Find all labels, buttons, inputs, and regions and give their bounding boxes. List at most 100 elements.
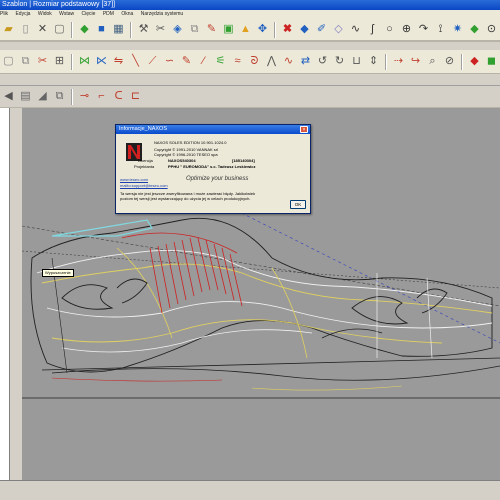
ok-button[interactable]: OK: [290, 200, 306, 209]
pencil-icon[interactable]: ✎: [204, 22, 219, 37]
layers-icon[interactable]: ◆: [77, 22, 92, 37]
fill-icon[interactable]: ▲: [238, 22, 253, 37]
pen-icon[interactable]: ✎: [179, 54, 194, 69]
grid-icon[interactable]: ▦: [111, 22, 126, 37]
slice-icon[interactable]: ⊘: [442, 54, 457, 69]
join-icon[interactable]: ⋉: [94, 54, 109, 69]
cube-icon[interactable]: ■: [94, 22, 109, 37]
gear-icon[interactable]: ✷: [450, 22, 465, 37]
lock-icon[interactable]: ◼: [484, 54, 499, 69]
node-link-icon[interactable]: ⊸: [77, 89, 92, 104]
disclaimer-line-2: poziom tej wersji jest wystarczający do …: [120, 196, 251, 201]
wave-icon[interactable]: ≈: [230, 54, 245, 69]
menu-item-view[interactable]: Widok: [38, 11, 52, 17]
document-icon[interactable]: ▯: [18, 22, 33, 37]
menu-item-edit[interactable]: Edycja: [15, 11, 30, 17]
ruler-band: [0, 74, 500, 86]
toolbar-separator: [130, 21, 132, 38]
trim-icon[interactable]: ✂: [35, 54, 50, 69]
crosshair-icon[interactable]: ⊕: [399, 22, 414, 37]
eraser-icon[interactable]: ◇: [331, 22, 346, 37]
toolbar-separator: [71, 53, 73, 70]
dialog-titlebar: Informacje_NAXOS ×: [116, 125, 310, 134]
circle-icon[interactable]: ○: [382, 22, 397, 37]
shape-icon[interactable]: ◈: [170, 22, 185, 37]
menu-item-windows[interactable]: Okna: [121, 11, 133, 17]
menu-item-pdm[interactable]: PDM: [103, 11, 114, 17]
bucket-icon[interactable]: ⊔: [349, 54, 364, 69]
arrow-left-icon[interactable]: ◀: [1, 89, 16, 104]
shade-icon[interactable]: ◢: [35, 89, 50, 104]
pencil-blue-icon[interactable]: ✐: [314, 22, 329, 37]
website-link[interactable]: www.teseo.com: [120, 177, 148, 182]
split-icon[interactable]: ⋈: [77, 54, 92, 69]
dialog-title: Informacje_NAXOS: [119, 126, 167, 132]
tool-icon[interactable]: ⚟: [213, 54, 228, 69]
toolbar-separator: [71, 21, 73, 38]
zoom-icon[interactable]: ⌕: [425, 54, 440, 69]
bracket-icon[interactable]: ⊏: [128, 89, 143, 104]
menu-item-insert[interactable]: Wstaw: [59, 11, 74, 17]
hook2-icon[interactable]: ↪: [408, 54, 423, 69]
menu-item-cut[interactable]: Cięcie: [82, 11, 96, 17]
left-gutter: [10, 108, 22, 480]
hook-icon[interactable]: ↷: [416, 22, 431, 37]
main-toolbar: ▰ ▯ ✕ ▢ ◆ ■ ▦ ⚒ ✂ ◈ ⧉ ✎ ▣ ▲ ✥ ✖ ◆ ✐ ◇ ∿ …: [0, 19, 500, 41]
delete-red-icon[interactable]: ✖: [280, 22, 295, 37]
mirror-icon[interactable]: ⇋: [111, 54, 126, 69]
line-icon[interactable]: ╲: [128, 54, 143, 69]
brush-icon[interactable]: ⁄: [196, 54, 211, 69]
eye-icon[interactable]: ⊙: [484, 22, 499, 37]
license-code: [185140304]: [232, 158, 255, 163]
curve2-icon[interactable]: ∿: [281, 54, 296, 69]
bezier-icon[interactable]: ∽: [162, 54, 177, 69]
about-dialog: Informacje_NAXOS × NAXOS SOLES EDITION 1…: [115, 124, 311, 214]
email-link[interactable]: mailto:support@teseo.com: [120, 183, 168, 188]
stack-icon[interactable]: ▤: [18, 89, 33, 104]
toolbar-divider: [0, 41, 500, 42]
tools-icon[interactable]: ⚒: [136, 22, 151, 37]
page-icon[interactable]: ▢: [1, 54, 16, 69]
polyline-icon[interactable]: ⟋: [145, 54, 160, 69]
toolbar-separator: [71, 88, 73, 105]
status-bar: [0, 480, 500, 500]
stepper-icon[interactable]: ⇕: [366, 54, 381, 69]
slogan-text: Optimize your business: [186, 176, 249, 182]
dup-icon[interactable]: ⧉: [52, 89, 67, 104]
drawing-toolbar: ▢ ⧉ ✂ ⊞ ⋈ ⋉ ⇋ ╲ ⟋ ∽ ✎ ⁄ ⚟ ≈ ᘐ ⋀ ∿ ⇄ ↺ ↻ …: [0, 50, 500, 74]
arc-icon[interactable]: ʃ: [365, 22, 380, 37]
menu-item-tools[interactable]: Narzędzia systemu: [141, 11, 184, 17]
window-title: Szablon | Rozmiar podstawowy [37]]: [0, 0, 500, 10]
arrow-icon[interactable]: ⇢: [391, 54, 406, 69]
diamond-icon[interactable]: ◆: [297, 22, 312, 37]
flip-icon[interactable]: ⇄: [298, 54, 313, 69]
crop-icon[interactable]: ⌐: [94, 89, 109, 104]
delete-x-icon[interactable]: ✕: [35, 22, 50, 37]
tooltip: Wypuszczenie: [42, 269, 74, 277]
compass-icon[interactable]: ⟟: [433, 22, 448, 37]
move-icon[interactable]: ✥: [255, 22, 270, 37]
left-panel[interactable]: [0, 108, 10, 480]
box-icon[interactable]: ◆: [467, 54, 482, 69]
corner-icon[interactable]: ᑕ: [111, 89, 126, 104]
menu-item-file[interactable]: Plik: [0, 11, 8, 17]
cut-icon[interactable]: ✂: [153, 22, 168, 37]
zigzag-icon[interactable]: ⋀: [264, 54, 279, 69]
page-icon[interactable]: ▢: [52, 22, 67, 37]
copyright-line-2: Copyright © 1996-2010 TESEO spa: [154, 152, 218, 157]
toolbar-separator: [461, 53, 463, 70]
folder-icon[interactable]: ▰: [1, 22, 16, 37]
copy-icon[interactable]: ⧉: [187, 22, 202, 37]
select-icon[interactable]: ▣: [221, 22, 236, 37]
edition-text: NAXOS SOLES EDITION 10.901.1024.0: [154, 140, 227, 145]
dialog-close-button[interactable]: ×: [300, 126, 308, 133]
toolbar-separator: [274, 21, 276, 38]
copy-icon[interactable]: ⧉: [18, 54, 33, 69]
rotate-icon[interactable]: ↻: [332, 54, 347, 69]
node-icon[interactable]: ◆: [467, 22, 482, 37]
loop-icon[interactable]: ↺: [315, 54, 330, 69]
curve-icon[interactable]: ∿: [348, 22, 363, 37]
spiral-icon[interactable]: ᘐ: [247, 54, 262, 69]
license-label: Licencja: [138, 158, 153, 163]
offset-icon[interactable]: ⊞: [52, 54, 67, 69]
